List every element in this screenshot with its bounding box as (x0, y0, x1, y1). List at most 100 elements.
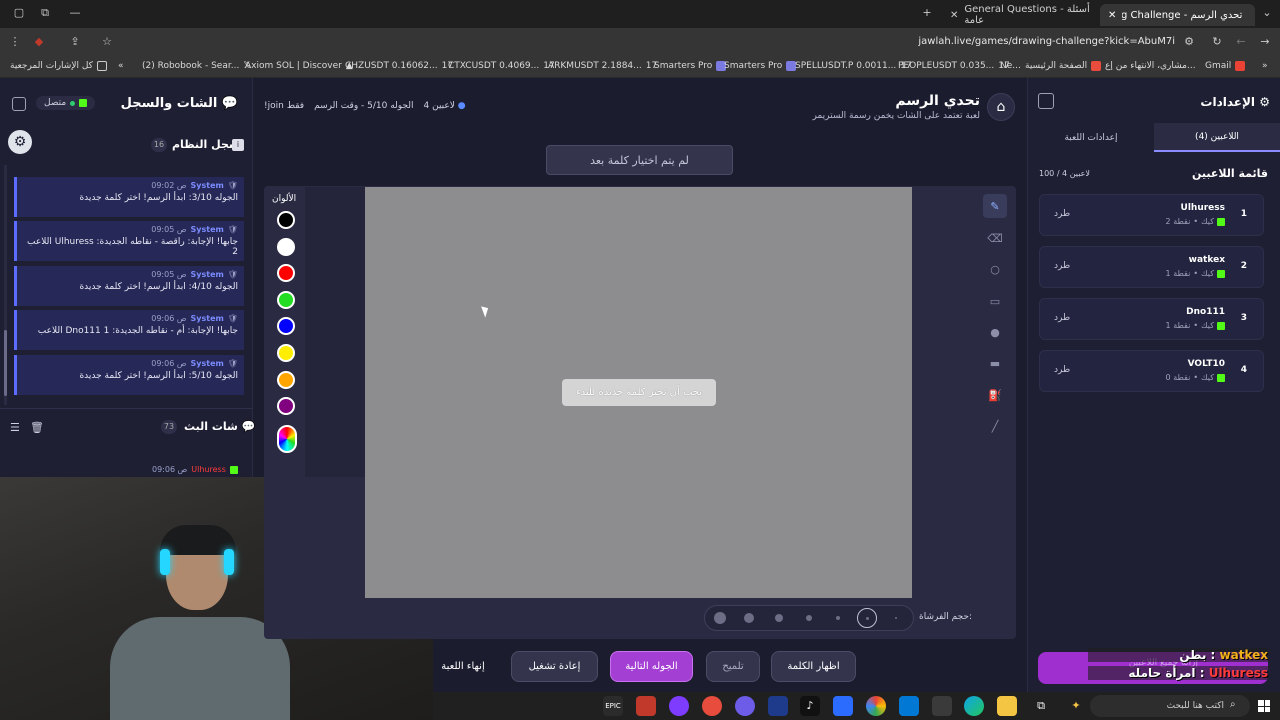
color-swatch[interactable] (277, 211, 295, 229)
bookmark-more[interactable]: » (1262, 61, 1268, 71)
system-log-count: 16 (151, 138, 167, 152)
bookmark-smarters-1[interactable]: Smarters Pro (654, 61, 727, 71)
copilot-icon[interactable]: ✦ (1066, 696, 1086, 716)
bookmark-home[interactable]: الصفحة الرئيسية (1025, 61, 1102, 71)
brush-size-option[interactable] (744, 613, 754, 623)
tab-game-settings[interactable]: إعدادات اللعبة (1028, 123, 1154, 152)
taskbar-search[interactable]: اكتب هنا للبحث (1090, 695, 1250, 717)
trash-icon[interactable]: 🗑 (30, 421, 44, 434)
url-field[interactable]: jawlah.live/games/drawing-challenge?kick… (918, 36, 1175, 47)
restart-button[interactable]: إعادة تشغيل (511, 651, 598, 682)
custom-color-picker[interactable] (277, 425, 297, 453)
show-word-button[interactable]: اظهار الكلمة (771, 651, 856, 682)
circle-tool-icon[interactable]: ○ (983, 257, 1007, 281)
menu-dots-icon[interactable]: ⋮ (8, 35, 22, 49)
right-panel-collapse-icon[interactable] (1038, 93, 1054, 109)
bookmark-chz[interactable]: CHZUSDT 0.16062... 17 (345, 61, 453, 71)
player-row: 4 VOLT10 0 نقطة • كيك طرد (1039, 350, 1264, 392)
tab-close-icon[interactable]: ✕ (1108, 10, 1116, 21)
kick-player-button[interactable]: طرد (1054, 261, 1070, 271)
left-panel-collapse-icon[interactable] (12, 97, 26, 111)
bookmark-ctxc[interactable]: CTXCUSDT 0.4069... 17 (448, 61, 555, 71)
bookmark-all[interactable]: كل الإشارات المرجعية (10, 61, 107, 71)
discord-icon[interactable] (735, 696, 755, 716)
filter-icon[interactable]: ☰ (10, 421, 20, 434)
task-view-icon[interactable]: ⧉ (1031, 696, 1051, 716)
bookmark-arkm[interactable]: ARKMUSDT 2.1884... 17 (548, 61, 657, 71)
hint-button[interactable]: تلميح (706, 651, 760, 682)
bookmark-mashari[interactable]: مشاري، الانتهاء من إع... (1105, 61, 1196, 71)
log-message: 09:05 ص System 🛡 اللاعب Ulhuress جابها! ال… (14, 221, 244, 261)
pencil-tool-icon[interactable]: ✎ (983, 194, 1007, 218)
tab-players[interactable]: اللاعبين (4) (1154, 123, 1280, 152)
bookmark-robobook[interactable]: (2) Robobook - Sear... 𝕏 (142, 61, 251, 71)
outlook-icon[interactable] (899, 696, 919, 716)
tab-list-icon[interactable]: ⌄ (1260, 6, 1274, 20)
steam-icon[interactable]: ⚙ (8, 130, 32, 154)
color-swatch[interactable] (277, 344, 295, 362)
restore-icon[interactable]: ⧉ (38, 6, 52, 20)
bookmark-overflow[interactable]: « (118, 61, 124, 71)
edge-icon[interactable] (964, 696, 984, 716)
tab-close-icon[interactable]: ✕ (950, 10, 958, 21)
gear-icon: ⚙ (1259, 95, 1270, 109)
brush-size-option[interactable] (775, 614, 783, 622)
bookmark-star-icon[interactable]: ☆ (100, 35, 114, 49)
kick-logo-icon (1217, 217, 1225, 226)
windows-start-icon[interactable] (1258, 700, 1270, 712)
color-swatch[interactable] (277, 370, 295, 389)
app-icon[interactable] (636, 696, 656, 716)
extension-icon[interactable]: ◆ (32, 35, 46, 49)
line-tool-icon[interactable]: ╱ (983, 414, 1007, 438)
color-swatch[interactable] (277, 290, 295, 309)
color-swatch[interactable] (277, 237, 295, 256)
bookmark-smarters-2[interactable]: Smarters Pro (724, 61, 797, 71)
bookmark-ne[interactable]: Ne... (1000, 61, 1021, 71)
chrome-icon[interactable] (866, 696, 886, 716)
current-word-box: لم يتم اختيار كلمة بعد (546, 145, 733, 175)
file-explorer-icon[interactable] (997, 696, 1017, 716)
log-message: 09:05 ص System 🛡 الجوله 4/10: ابدأ الرسم! … (14, 266, 244, 306)
site-settings-icon[interactable]: ⚙ (1182, 35, 1196, 49)
app-icon[interactable] (702, 696, 722, 716)
epic-games-icon[interactable]: EPIC (603, 696, 623, 716)
tab-general-questions[interactable]: ✕ General Questions - أسئلة عامة (942, 4, 1100, 26)
tiktok-icon[interactable]: ♪ (800, 696, 820, 716)
app-icon[interactable] (768, 696, 788, 716)
tab-drawing-challenge[interactable]: ✕ تحدي الرسم - Drawing Challenge (1100, 4, 1255, 26)
system-log-scroll-thumb[interactable] (4, 330, 7, 396)
minimize-icon[interactable]: — (68, 6, 82, 20)
back-icon[interactable]: → (1258, 35, 1272, 49)
share-icon[interactable]: ⇪ (68, 35, 82, 49)
filled-rectangle-tool-icon[interactable]: ▬ (983, 351, 1007, 375)
brush-size-option[interactable] (714, 612, 726, 624)
brush-size-option[interactable] (806, 615, 812, 621)
reload-icon[interactable]: ↻ (1210, 35, 1224, 49)
store-icon[interactable] (932, 696, 952, 716)
next-round-button[interactable]: الجوله التالية (610, 651, 693, 682)
kick-player-button[interactable]: طرد (1054, 313, 1070, 323)
window-menu-icon[interactable]: ▢ (12, 6, 26, 20)
app-icon[interactable] (833, 696, 853, 716)
forward-icon[interactable]: ← (1234, 35, 1248, 49)
new-tab-icon[interactable]: + (920, 6, 934, 20)
search-icon: ⌕ (1230, 699, 1236, 710)
kick-player-button[interactable]: طرد (1054, 209, 1070, 219)
kick-player-button[interactable]: طرد (1054, 365, 1070, 375)
eraser-tool-icon[interactable]: ⌫ (983, 226, 1007, 250)
end-game-button[interactable]: إنهاء اللعبة (433, 651, 493, 682)
brush-size-option-selected[interactable] (857, 608, 877, 628)
filled-circle-tool-icon[interactable]: ● (983, 320, 1007, 344)
rectangle-tool-icon[interactable]: ▭ (983, 289, 1007, 313)
bookmark-axiom[interactable]: Axiom SOL | Discover ▲ (245, 61, 353, 71)
brush-size-option[interactable] (895, 617, 897, 619)
overlay-chat-line: امرأة حامله : Ulhuress (1088, 666, 1268, 680)
person-body-shape (110, 617, 290, 720)
fill-bucket-tool-icon[interactable]: ⛽ (983, 383, 1007, 407)
brush-size-option[interactable] (836, 616, 840, 620)
app-icon[interactable] (669, 696, 689, 716)
bookmark-gmail[interactable]: Gmail (1205, 61, 1246, 71)
bookmark-spell[interactable]: SPELLUSDT.P 0.0011... 17 (795, 61, 912, 71)
home-button[interactable]: ⌂ (987, 93, 1015, 121)
bookmark-people[interactable]: PEOPLEUSDT 0.035... 17 (898, 61, 1010, 71)
